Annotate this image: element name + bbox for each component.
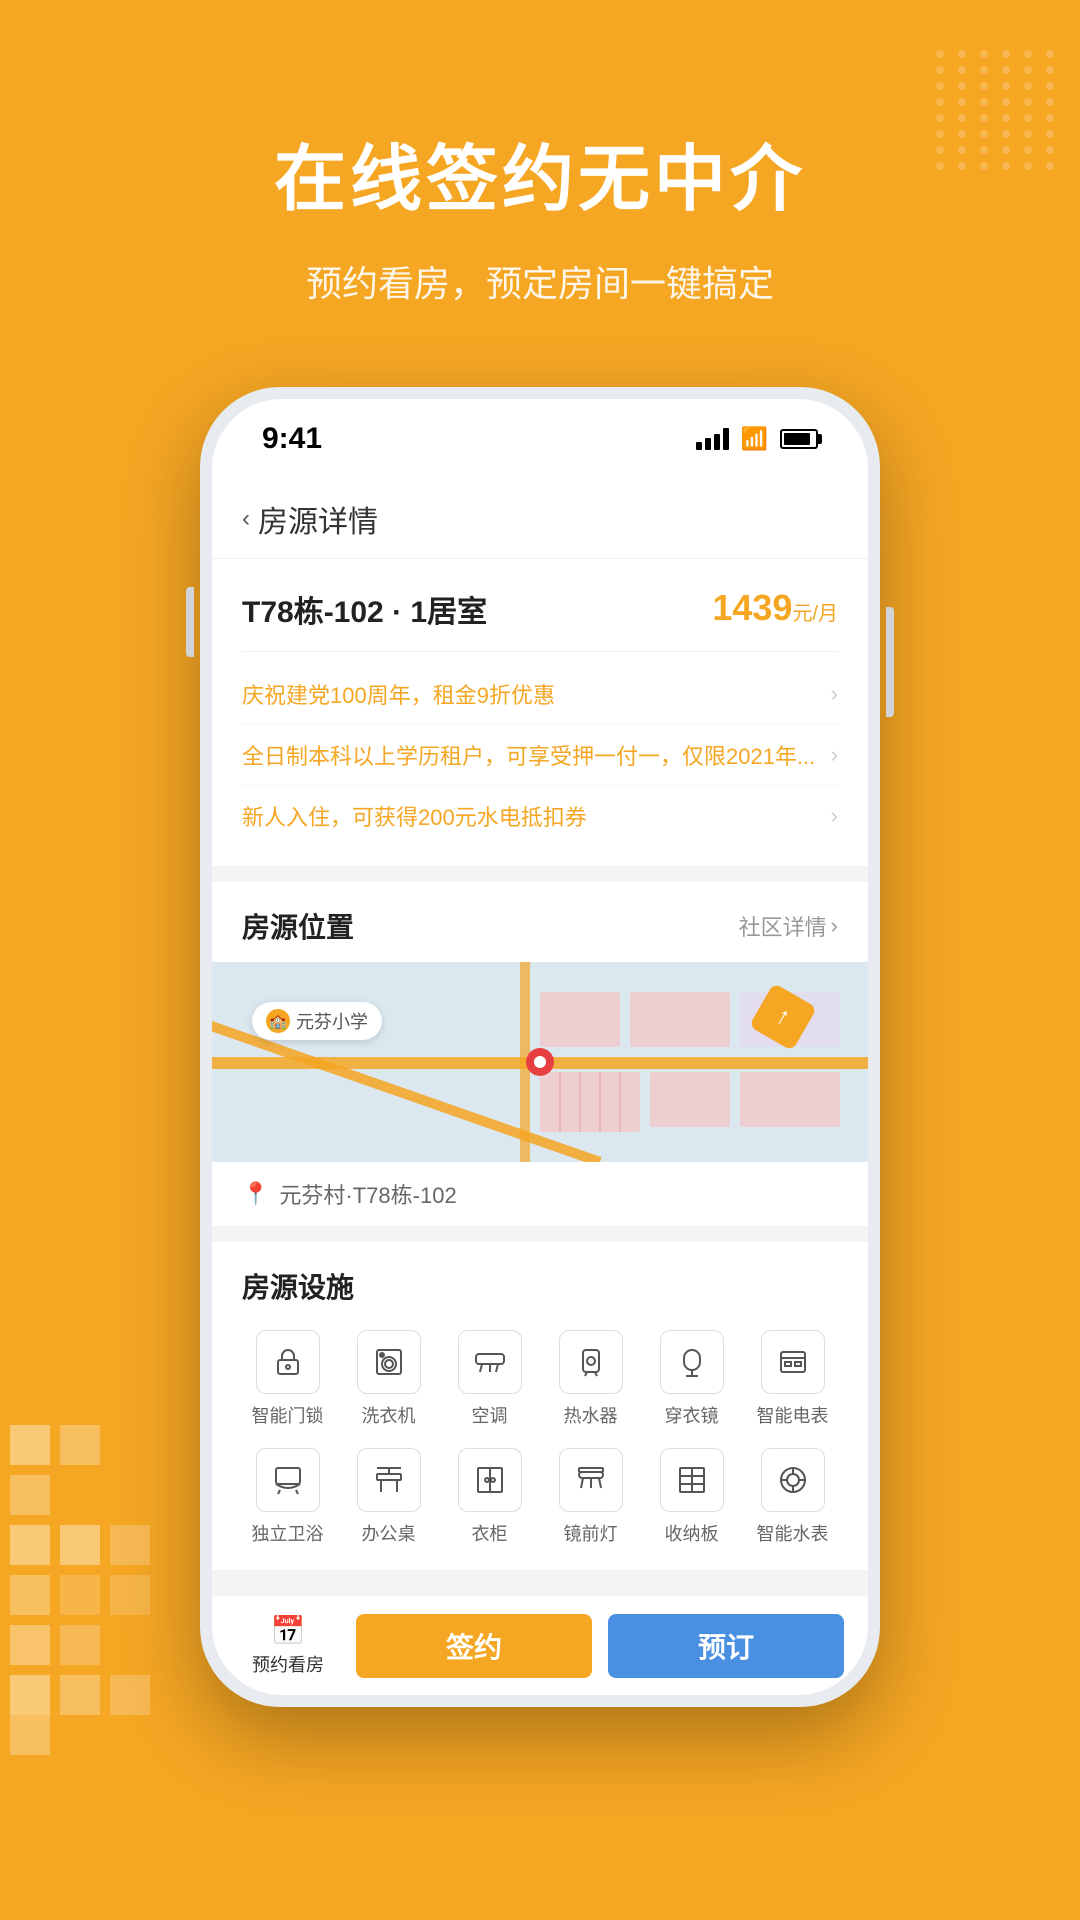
facility-water-heater: 热水器 (545, 1330, 636, 1428)
promo-text-3: 新人入住，可获得200元水电抵扣券 (242, 800, 587, 832)
facility-label-wardrobe: 衣柜 (472, 1520, 508, 1546)
facility-label-smart-lock: 智能门锁 (252, 1402, 324, 1428)
facility-desk: 办公桌 (343, 1448, 434, 1546)
facility-icon-wardrobe (458, 1448, 522, 1512)
back-arrow-icon: ‹ (242, 505, 250, 533)
phone-inner: 9:41 📶 ‹ 房源详情 (212, 399, 868, 1695)
facility-label-water-heater: 热水器 (564, 1402, 618, 1428)
room-title: T78栋-102 · 1居室 (242, 587, 487, 631)
map-school-label: 🏫 元芬小学 (252, 1002, 382, 1040)
community-link[interactable]: 社区详情 › (739, 910, 838, 942)
back-button[interactable]: ‹ 房源详情 (242, 497, 378, 541)
facility-icon-desk (357, 1448, 421, 1512)
promo-arrow-1: › (831, 681, 838, 707)
phone-content: T78栋-102 · 1居室 1439元/月 庆祝建党100周年，租金9折优惠 … (212, 559, 868, 1595)
phone-notch (440, 399, 640, 437)
facility-icon-bathroom (256, 1448, 320, 1512)
promo-item[interactable]: 庆祝建党100周年，租金9折优惠 › (242, 664, 838, 725)
facility-mirror: 穿衣镜 (646, 1330, 737, 1428)
facility-label-vanity-light: 镜前灯 (564, 1520, 618, 1546)
wifi-icon: 📶 (741, 426, 768, 452)
sub-title: 预约看房，预定房间一键搞定 (0, 255, 1080, 307)
location-card: 房源位置 社区详情 › (212, 882, 868, 1226)
facility-icon-mirror (660, 1330, 724, 1394)
status-time: 9:41 (262, 422, 322, 456)
promo-item[interactable]: 新人入住，可获得200元水电抵扣券 › (242, 786, 838, 846)
battery-icon (780, 429, 818, 449)
facility-label-smart-meter: 智能电表 (757, 1402, 829, 1428)
facility-icon-water-meter (761, 1448, 825, 1512)
promo-list: 庆祝建党100周年，租金9折优惠 › 全日制本科以上学历租户，可享受押一付一，仅… (242, 651, 838, 846)
facility-smart-lock: 智能门锁 (242, 1330, 333, 1428)
facility-smart-meter: 智能电表 (747, 1330, 838, 1428)
facility-ac: 空调 (444, 1330, 535, 1428)
facility-bathroom: 独立卫浴 (242, 1448, 333, 1546)
facility-label-storage: 收纳板 (665, 1520, 719, 1546)
room-price: 1439元/月 (712, 587, 838, 629)
facility-icon-smart-meter (761, 1330, 825, 1394)
facility-storage: 收纳板 (646, 1448, 737, 1546)
promo-arrow-2: › (831, 742, 838, 768)
facility-icon-washer (357, 1330, 421, 1394)
room-info-card: T78栋-102 · 1居室 1439元/月 庆祝建党100周年，租金9折优惠 … (212, 559, 868, 866)
promo-text-2: 全日制本科以上学历租户，可享受押一付一，仅限2021年... (242, 739, 815, 771)
room-title-row: T78栋-102 · 1居室 1439元/月 (242, 587, 838, 631)
facility-icon-vanity-light (559, 1448, 623, 1512)
location-section-title: 房源位置 (242, 906, 354, 946)
facility-label-water-meter: 智能水表 (757, 1520, 829, 1546)
facilities-title: 房源设施 (242, 1266, 838, 1306)
phone-mockup: 9:41 📶 ‹ 房源详情 (200, 387, 880, 1707)
facility-water-meter: 智能水表 (747, 1448, 838, 1546)
facility-label-desk: 办公桌 (362, 1520, 416, 1546)
header-section: 在线签约无中介 预约看房，预定房间一键搞定 (0, 0, 1080, 367)
facility-icon-storage (660, 1448, 724, 1512)
appointment-icon: 📅 (271, 1614, 306, 1647)
facilities-grid: 智能门锁 洗衣机 (242, 1330, 838, 1546)
main-title: 在线签约无中介 (0, 120, 1080, 225)
nav-bar: ‹ 房源详情 (212, 479, 868, 559)
promo-item[interactable]: 全日制本科以上学历租户，可享受押一付一，仅限2021年... › (242, 725, 838, 786)
bottom-bar: 📅 预约看房 签约 预订 (212, 1595, 868, 1695)
location-address: 📍 元芬村·T78栋-102 (212, 1162, 868, 1226)
location-text: 元芬村·T78栋-102 (279, 1178, 456, 1210)
reserve-button[interactable]: 预订 (608, 1614, 844, 1678)
promo-text-1: 庆祝建党100周年，租金9折优惠 (242, 678, 555, 710)
facility-icon-ac (458, 1330, 522, 1394)
status-icons: 📶 (696, 426, 818, 452)
facility-wardrobe: 衣柜 (444, 1448, 535, 1546)
sign-button[interactable]: 签约 (356, 1614, 592, 1678)
facility-icon-water-heater (559, 1330, 623, 1394)
facility-label-mirror: 穿衣镜 (665, 1402, 719, 1428)
signal-icon (696, 428, 729, 450)
facility-washer: 洗衣机 (343, 1330, 434, 1428)
facility-icon-smart-lock (256, 1330, 320, 1394)
map-container[interactable]: 🏫 元芬小学 ↑ (212, 962, 868, 1162)
facility-label-ac: 空调 (472, 1402, 508, 1428)
facility-label-washer: 洗衣机 (362, 1402, 416, 1428)
facility-label-bathroom: 独立卫浴 (252, 1520, 324, 1546)
location-pin-icon: 📍 (242, 1181, 269, 1207)
promo-arrow-3: › (831, 803, 838, 829)
nav-title: 房源详情 (258, 497, 378, 541)
location-header: 房源位置 社区详情 › (212, 882, 868, 962)
facility-vanity-light: 镜前灯 (545, 1448, 636, 1546)
appointment-label: 预约看房 (252, 1651, 324, 1677)
facilities-card: 房源设施 智能门锁 (212, 1242, 868, 1570)
bottom-nav-appointment[interactable]: 📅 预约看房 (236, 1614, 340, 1677)
